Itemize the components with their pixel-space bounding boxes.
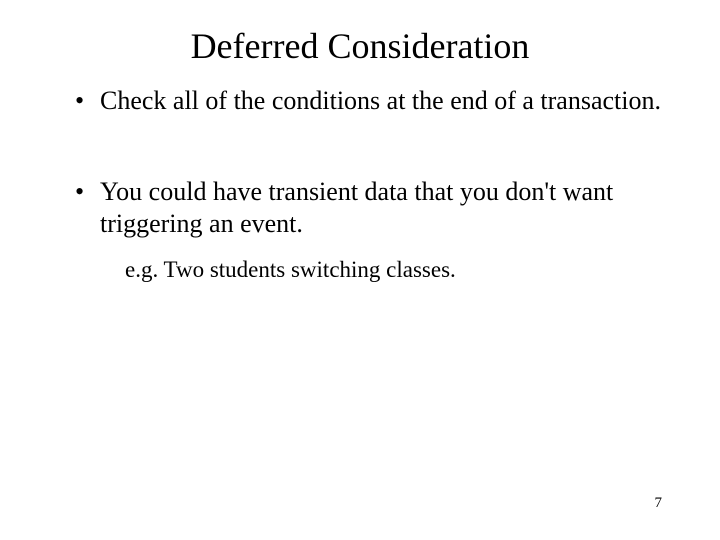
bullet-item-1: Check all of the conditions at the end o… [75, 85, 680, 118]
bullet-text-2: You could have transient data that you d… [100, 177, 613, 239]
page-number: 7 [655, 495, 663, 512]
sub-item-1: e.g. Two students switching classes. [100, 255, 680, 285]
bullet-item-2: You could have transient data that you d… [75, 176, 680, 285]
bullet-text-1: Check all of the conditions at the end o… [100, 86, 661, 115]
slide-title: Deferred Consideration [40, 25, 680, 67]
bullet-list: Check all of the conditions at the end o… [40, 85, 680, 284]
